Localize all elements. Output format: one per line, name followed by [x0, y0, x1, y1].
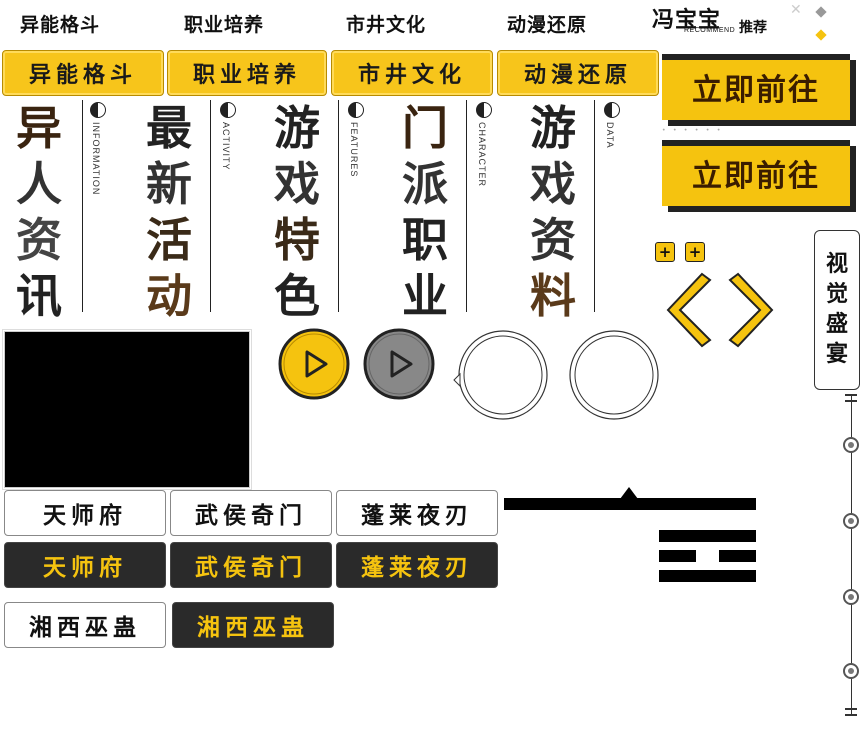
- visual-feast-char: 视: [825, 252, 848, 277]
- go-button-top-bar: [662, 140, 850, 146]
- top-nav-item-anime[interactable]: 动漫还原: [507, 10, 587, 37]
- tab-career[interactable]: 职业培养: [167, 50, 327, 96]
- brand-recommend: 冯宝宝 RECOMMEND 推荐: [652, 2, 792, 42]
- category-char: 动: [146, 269, 192, 323]
- category-label: DATA: [605, 122, 615, 149]
- category-activity[interactable]: 最 新 活 动: [134, 100, 204, 323]
- top-nav-item-fighting[interactable]: 异能格斗: [20, 10, 100, 37]
- category-char: 门: [402, 101, 448, 155]
- circle-frame: [569, 330, 659, 420]
- visual-feast-char: 盛: [825, 312, 848, 337]
- go-button-primary[interactable]: 立即前往 · · · · · ·: [662, 54, 850, 136]
- category-data[interactable]: 游 戏 资 料: [518, 100, 588, 323]
- chevron-right-icon[interactable]: [726, 270, 776, 350]
- circle-frame: [453, 330, 548, 420]
- visual-feast-char: 觉: [825, 282, 848, 307]
- yin-yang-icon: [604, 102, 620, 118]
- sect-button-xiangxi[interactable]: 湘西巫蛊: [4, 602, 166, 648]
- plus-icon[interactable]: +: [655, 242, 675, 262]
- category-char: 戏: [530, 157, 576, 211]
- category-char: 派: [402, 157, 448, 211]
- category-char: 资: [16, 213, 62, 267]
- category-char: 料: [530, 269, 576, 323]
- category-char: 活: [146, 213, 192, 267]
- brand-tag: 推荐: [739, 20, 767, 36]
- category-char: 业: [402, 269, 448, 323]
- category-char: 异: [16, 101, 62, 155]
- go-button-label: 立即前往: [692, 159, 820, 194]
- go-button-secondary[interactable]: 立即前往: [662, 140, 850, 206]
- timeline-node[interactable]: [843, 437, 859, 453]
- top-nav-item-career[interactable]: 职业培养: [184, 10, 264, 37]
- sect-button-penglai-active[interactable]: 蓬莱夜刃: [336, 542, 498, 588]
- category-char: 讯: [16, 269, 62, 323]
- play-icon[interactable]: [278, 328, 350, 400]
- video-player[interactable]: [4, 331, 250, 488]
- timeline-node[interactable]: [843, 513, 859, 529]
- yin-yang-icon: [90, 102, 106, 118]
- play-icon[interactable]: [363, 328, 435, 400]
- yin-yang-icon: [476, 102, 492, 118]
- sect-button-wuhou-active[interactable]: 武侯奇门: [170, 542, 332, 588]
- trigram-bar: [659, 530, 756, 542]
- sect-button-xiangxi-active[interactable]: 湘西巫蛊: [172, 602, 334, 648]
- timeline-cap: [845, 708, 857, 710]
- visual-feast-char: 宴: [825, 342, 848, 367]
- category-character[interactable]: 门 派 职 业: [390, 100, 460, 323]
- category-features[interactable]: 游 戏 特 色: [262, 100, 332, 323]
- divider: [210, 100, 211, 312]
- timeline-cap: [845, 400, 857, 402]
- yin-yang-icon: [348, 102, 364, 118]
- category-char: 新: [146, 157, 192, 211]
- category-label: CHARACTER: [477, 122, 487, 188]
- go-button-label: 立即前往: [692, 73, 820, 108]
- sect-button-penglai[interactable]: 蓬莱夜刃: [336, 490, 498, 536]
- divider: [594, 100, 595, 312]
- category-label: FEATURES: [349, 122, 359, 178]
- category-char: 职: [402, 213, 448, 267]
- tab-fighting[interactable]: 异能格斗: [2, 50, 164, 96]
- chevron-left-icon[interactable]: [664, 270, 714, 350]
- category-label: ACTIVITY: [221, 122, 231, 171]
- category-char: 游: [530, 101, 576, 155]
- trigram-bar: [719, 550, 756, 562]
- category-char: 资: [530, 213, 576, 267]
- pointer-triangle-icon: [620, 487, 638, 499]
- divider: [82, 100, 83, 312]
- go-button-top-bar: [662, 54, 850, 60]
- diamond-icon: [815, 6, 827, 18]
- sect-button-tianshifu-active[interactable]: 天师府: [4, 542, 166, 588]
- yin-yang-icon: [220, 102, 236, 118]
- plus-icon[interactable]: +: [685, 242, 705, 262]
- divider: [338, 100, 339, 312]
- sparkle-icon: ✕: [790, 2, 802, 18]
- timeline-cap: [845, 394, 857, 396]
- brand-sub: RECOMMEND: [684, 27, 736, 34]
- visual-feast-button[interactable]: 视 觉 盛 宴: [814, 230, 860, 390]
- top-nav-item-culture[interactable]: 市井文化: [346, 10, 426, 37]
- category-char: 色: [274, 269, 320, 323]
- category-char: 特: [274, 213, 320, 267]
- tab-culture[interactable]: 市井文化: [331, 50, 493, 96]
- timeline-node[interactable]: [843, 663, 859, 679]
- trigram-bar: [504, 498, 756, 510]
- divider: [466, 100, 467, 312]
- category-label: INFORMATION: [91, 122, 101, 196]
- timeline-cap: [845, 714, 857, 716]
- category-information[interactable]: 异 人 资 讯: [4, 100, 74, 323]
- trigram-bar: [659, 570, 756, 582]
- tab-anime[interactable]: 动漫还原: [497, 50, 659, 96]
- category-char: 最: [146, 101, 192, 155]
- category-char: 人: [16, 157, 62, 211]
- decor-dots: · · · · · ·: [662, 125, 723, 136]
- category-char: 游: [274, 101, 320, 155]
- diamond-icon: [815, 29, 827, 41]
- trigram-bar: [659, 550, 696, 562]
- sect-button-tianshifu[interactable]: 天师府: [4, 490, 166, 536]
- timeline-node[interactable]: [843, 589, 859, 605]
- category-char: 戏: [274, 157, 320, 211]
- sect-button-wuhou[interactable]: 武侯奇门: [170, 490, 332, 536]
